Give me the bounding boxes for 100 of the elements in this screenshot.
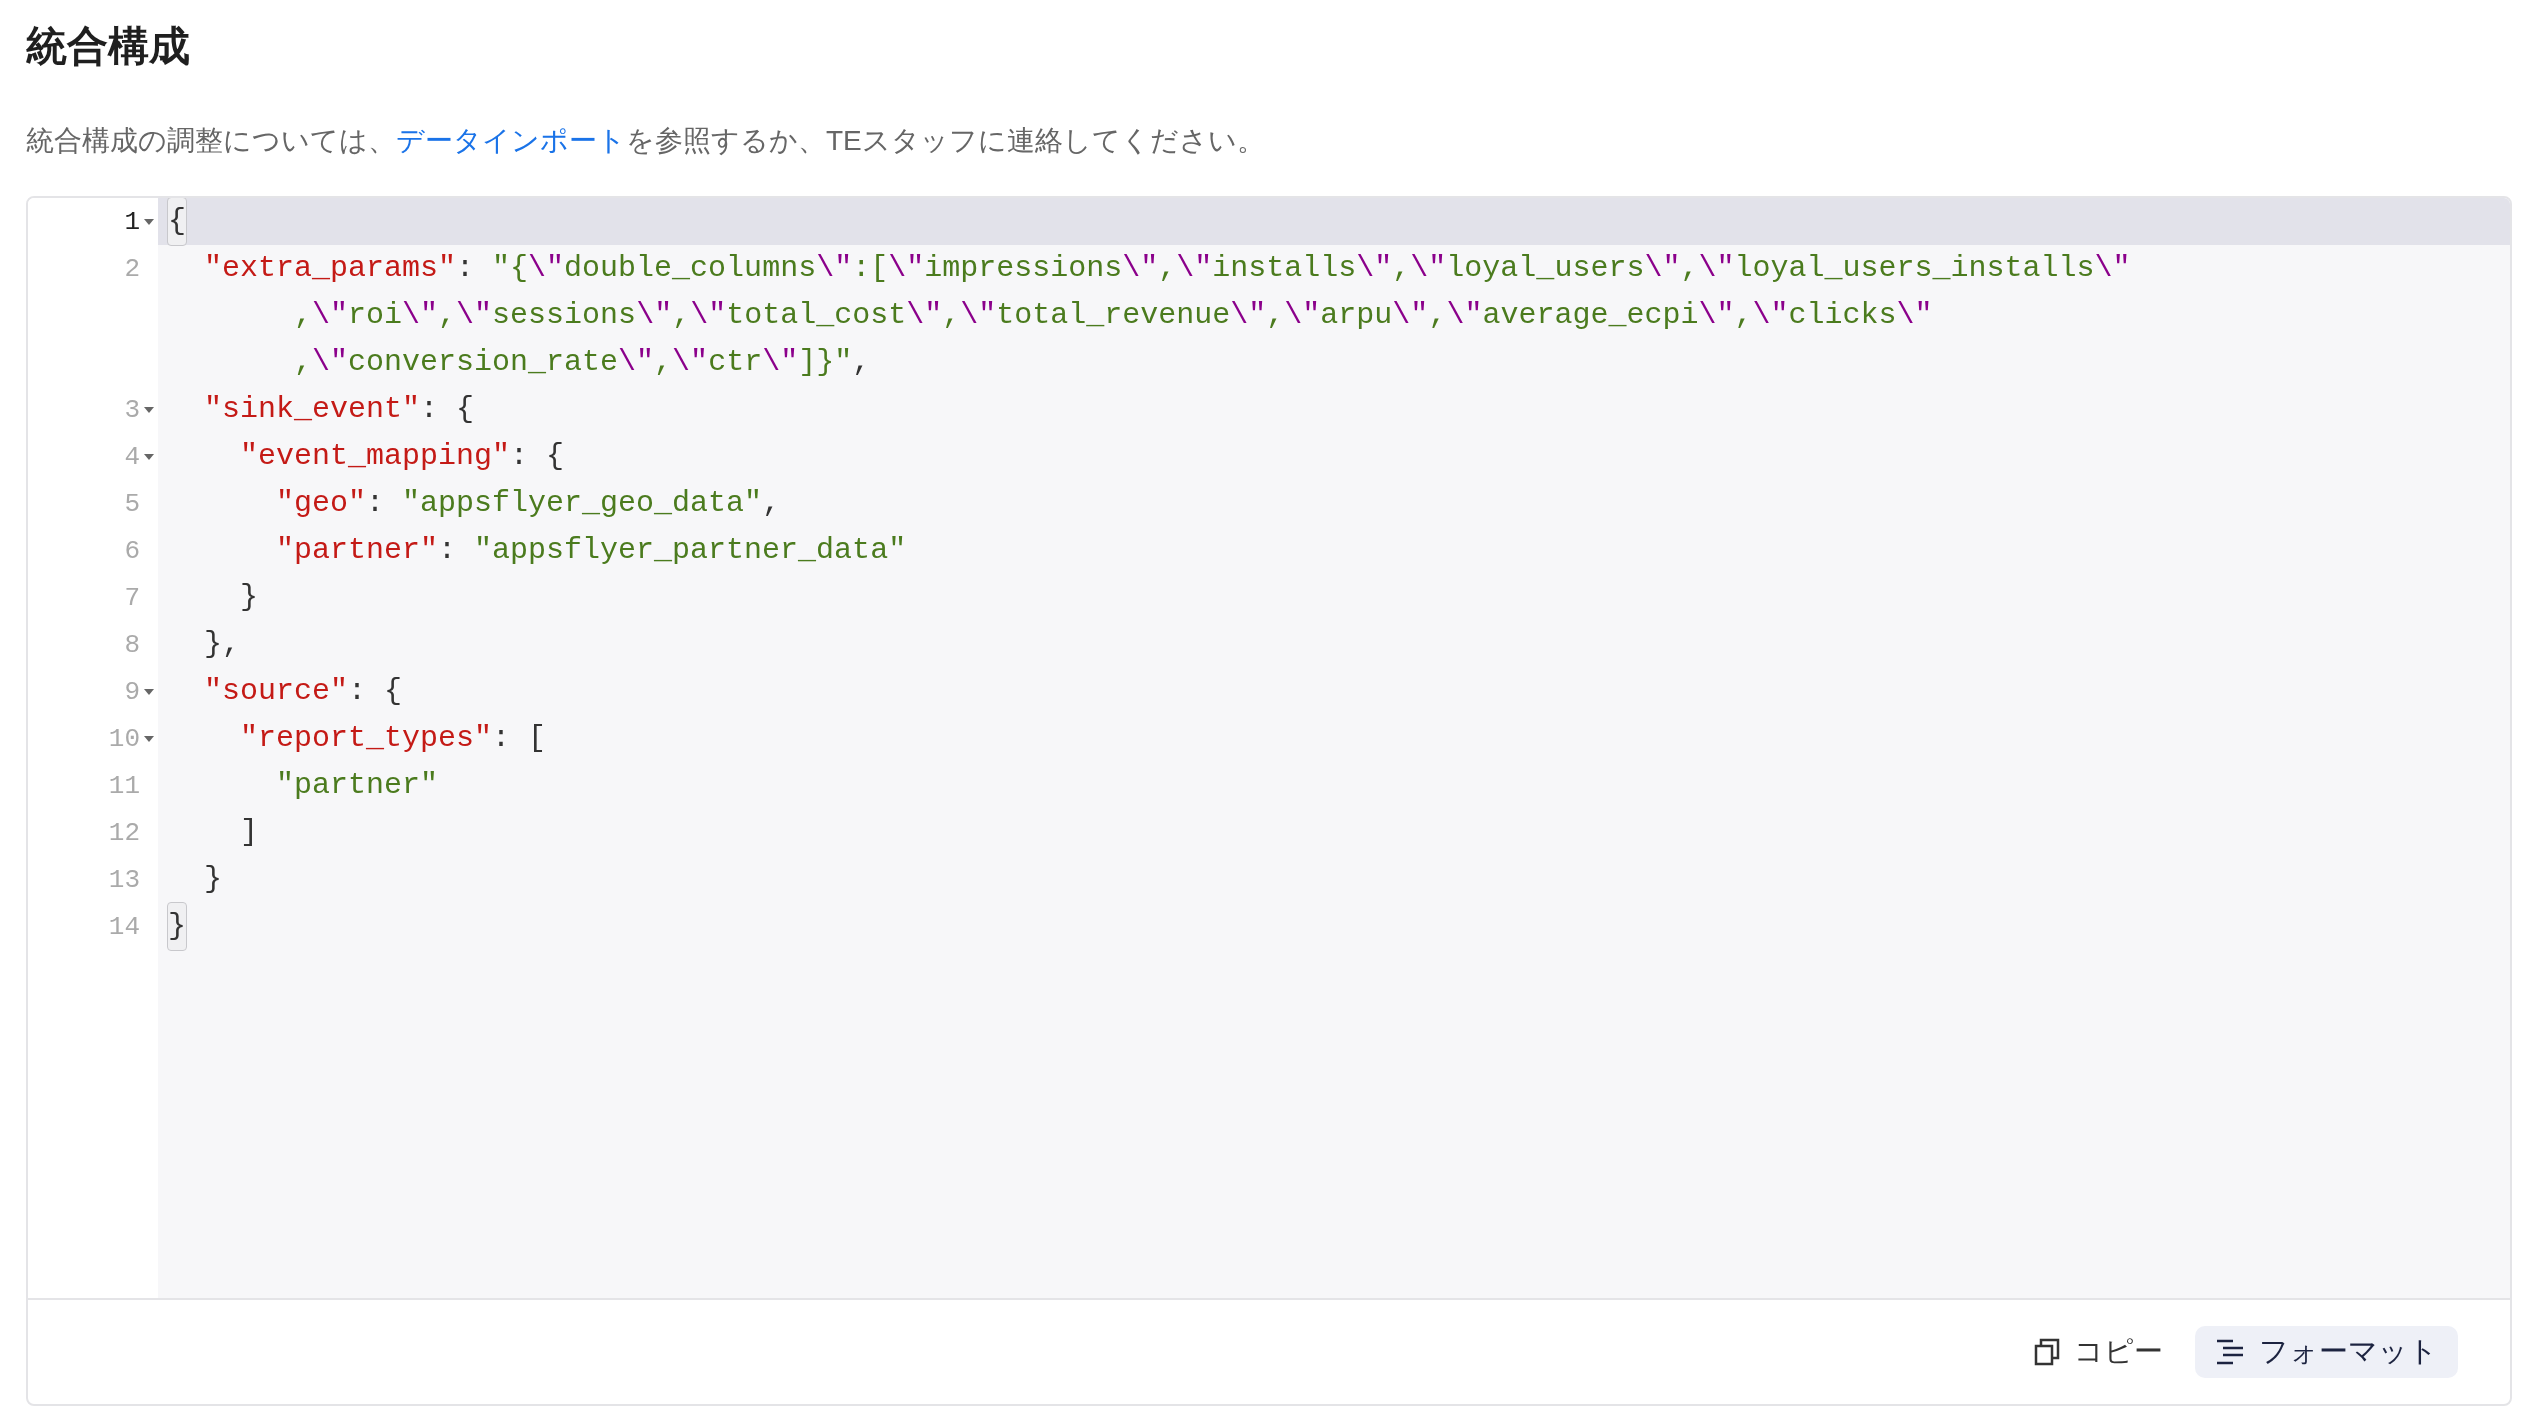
code-token: : bbox=[456, 250, 476, 287]
code-token: \" bbox=[1356, 250, 1393, 287]
code-token: ctr bbox=[708, 344, 763, 381]
code-token: \" bbox=[312, 297, 349, 334]
code-token: loyal_users_installs bbox=[1734, 250, 2095, 287]
code-token: \" bbox=[906, 297, 943, 334]
code-token: "extra_params" bbox=[203, 250, 457, 287]
code-token: "event_mapping" bbox=[239, 438, 511, 475]
code-token: \" bbox=[1698, 297, 1735, 334]
code-token: \" bbox=[1698, 250, 1735, 287]
code-token: total_revenue bbox=[996, 297, 1231, 334]
code-token: \" bbox=[1410, 250, 1447, 287]
code-token: conversion_rate bbox=[348, 344, 619, 381]
code-token: , bbox=[762, 485, 781, 522]
fold-caret-icon[interactable] bbox=[144, 453, 154, 460]
code-token: : [ bbox=[492, 720, 547, 757]
code-token: clicks bbox=[1788, 297, 1897, 334]
line-number: 5 bbox=[124, 488, 140, 519]
line-number: 12 bbox=[108, 817, 140, 848]
code-token: , bbox=[654, 344, 673, 381]
line-number: 2 bbox=[124, 253, 140, 284]
code-token: , bbox=[1158, 250, 1177, 287]
code-token: :[ bbox=[852, 250, 889, 287]
code-token: impressions bbox=[924, 250, 1123, 287]
code-token: \" bbox=[1230, 297, 1267, 334]
code-token: \" bbox=[402, 297, 439, 334]
code-token: \" bbox=[1176, 250, 1213, 287]
line-number: 4 bbox=[124, 441, 140, 472]
code-token: "report_types" bbox=[239, 720, 493, 757]
line-number: 3 bbox=[124, 394, 140, 425]
code-token: sessions bbox=[492, 297, 637, 334]
code-token: \" bbox=[816, 250, 853, 287]
copy-button[interactable]: コピー bbox=[2022, 1326, 2175, 1378]
code-token: \" bbox=[1446, 297, 1483, 334]
line-number: 14 bbox=[108, 911, 140, 942]
code-token: "source" bbox=[203, 673, 349, 710]
code-token: : bbox=[366, 485, 386, 522]
code-token: } bbox=[239, 579, 258, 616]
code-token: , bbox=[438, 297, 457, 334]
code-token: "{ bbox=[492, 250, 529, 287]
code-token: "sink_event" bbox=[203, 391, 421, 428]
line-number: 8 bbox=[124, 629, 140, 660]
code-token: \" bbox=[1284, 297, 1321, 334]
code-token: \" bbox=[1896, 297, 1933, 334]
code-token: : { bbox=[348, 673, 403, 710]
description-text: 統合構成の調整については、データインポート を参照するか、TEスタッフに連絡してください。 bbox=[26, 124, 1265, 158]
code-token: \" bbox=[2094, 250, 2131, 287]
code-token: \" bbox=[636, 297, 673, 334]
format-button[interactable]: フォーマット bbox=[2195, 1326, 2458, 1378]
line-number: 13 bbox=[108, 864, 140, 895]
line-number: 10 bbox=[108, 723, 140, 754]
code-token: arpu bbox=[1320, 297, 1393, 334]
code-token: , bbox=[1680, 250, 1699, 287]
fold-caret-icon[interactable] bbox=[144, 688, 154, 695]
code-token: double_columns bbox=[564, 250, 817, 287]
align-lines-icon bbox=[2215, 1338, 2245, 1366]
line-number: 1 bbox=[124, 206, 140, 237]
code-token: "partner" bbox=[275, 532, 439, 569]
code-token: "partner" bbox=[275, 767, 439, 804]
code-token: , bbox=[672, 297, 691, 334]
code-token: "appsflyer_geo_data" bbox=[402, 485, 763, 522]
fold-caret-icon[interactable] bbox=[144, 406, 154, 413]
code-token: ] bbox=[239, 814, 258, 851]
code-token: , bbox=[852, 344, 871, 381]
copy-icon bbox=[2034, 1338, 2060, 1366]
code-token: roi bbox=[348, 297, 403, 334]
code-token: \" bbox=[1122, 250, 1159, 287]
code-token: total_cost bbox=[726, 297, 907, 334]
code-token: \" bbox=[960, 297, 997, 334]
code-token: \" bbox=[1392, 297, 1429, 334]
code-token: , bbox=[294, 297, 312, 334]
code-token: \" bbox=[618, 344, 655, 381]
code-token: \" bbox=[888, 250, 925, 287]
code-token: \" bbox=[1644, 250, 1681, 287]
fold-caret-icon[interactable] bbox=[144, 735, 154, 742]
code-token: "appsflyer_partner_data" bbox=[474, 532, 907, 569]
line-number: 6 bbox=[124, 535, 140, 566]
code-token: { bbox=[168, 198, 186, 245]
code-token: , bbox=[1266, 297, 1285, 334]
line-number: 9 bbox=[124, 676, 140, 707]
data-import-link[interactable]: データインポート bbox=[396, 125, 626, 156]
code-token: \" bbox=[312, 344, 349, 381]
code-token: , bbox=[1428, 297, 1447, 334]
line-number: 11 bbox=[108, 770, 140, 801]
code-token: : { bbox=[510, 438, 565, 475]
code-token: installs bbox=[1212, 250, 1357, 287]
code-token: ]}" bbox=[798, 344, 853, 381]
code-token: \" bbox=[690, 297, 727, 334]
fold-caret-icon[interactable] bbox=[144, 218, 154, 225]
code-token: , bbox=[1734, 297, 1753, 334]
section-title: 統合構成 bbox=[26, 22, 190, 71]
code-token: average_ecpi bbox=[1482, 297, 1699, 334]
code-token: \" bbox=[456, 297, 493, 334]
code-token: \" bbox=[762, 344, 799, 381]
code-token: , bbox=[294, 344, 312, 381]
code-token: }, bbox=[203, 626, 240, 663]
code-token: \" bbox=[1752, 297, 1789, 334]
code-token: , bbox=[942, 297, 961, 334]
code-token: "geo" bbox=[275, 485, 367, 522]
code-token: } bbox=[203, 861, 222, 898]
